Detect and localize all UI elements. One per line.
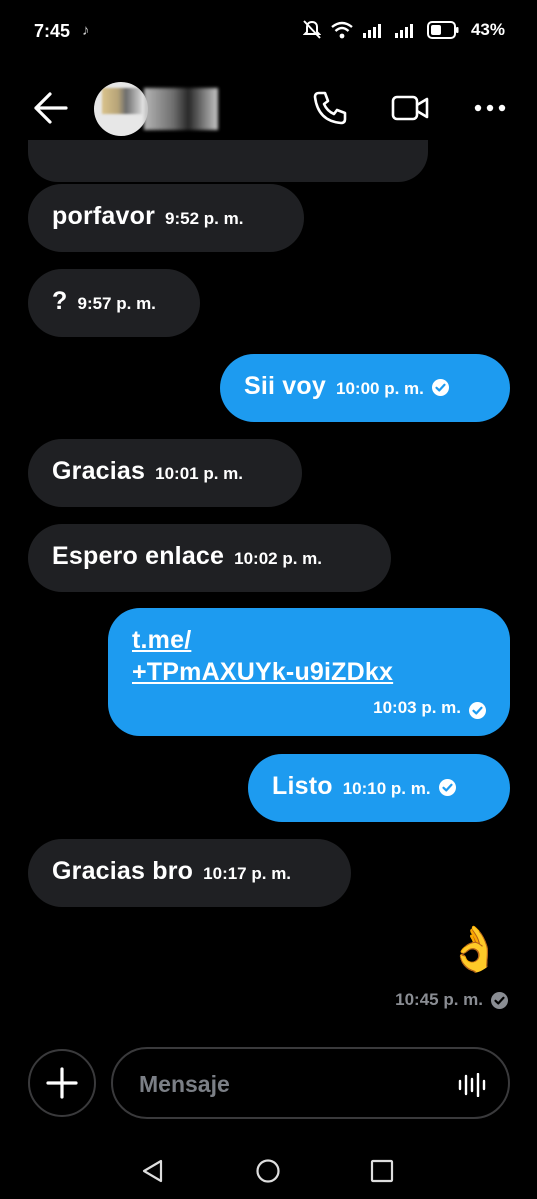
message-text: Gracias bro (52, 857, 194, 885)
message-bubble-incoming[interactable]: porfavor 9:52 p. m. (28, 184, 304, 252)
message-time: 10:00 p. m. (336, 379, 424, 398)
message-time: 10:45 p. m. (395, 990, 483, 1009)
message-text: Listo (272, 772, 333, 800)
read-check-icon (431, 379, 449, 396)
message-time: 9:57 p. m. (77, 294, 156, 313)
message-text: Sii voy (244, 372, 326, 400)
signal-icon (362, 24, 381, 38)
message-time: 10:03 p. m. (373, 698, 461, 717)
message-text: Espero enlace (52, 542, 225, 570)
ok-hand-emoji: 👌 (447, 924, 502, 975)
video-icon[interactable] (390, 88, 430, 128)
message-time: 9:52 p. m. (165, 209, 244, 228)
system-nav-bar (0, 1140, 537, 1199)
read-check-icon (438, 779, 456, 796)
message-time: 10:10 p. m. (342, 779, 431, 798)
message-bubble-outgoing[interactable]: Sii voy 10:00 p. m. (220, 354, 510, 422)
message-bubble-outgoing-link[interactable]: t.me/ +TPmAXUYk-u9iZDkx 10:03 p. m. (108, 608, 510, 736)
nav-back-icon[interactable] (140, 1158, 166, 1184)
signal-icon-2 (394, 24, 413, 38)
message-input-placeholder: Mensaje (139, 1071, 230, 1097)
add-attachment-button[interactable] (28, 1049, 96, 1117)
plus-icon (46, 1067, 78, 1099)
message-bubble-incoming[interactable]: Espero enlace 10:02 p. m. (28, 524, 391, 592)
message-time: 10:02 p. m. (234, 549, 323, 568)
read-check-icon (491, 991, 508, 1009)
message-bubble-incoming[interactable]: Gracias 10:01 p. m. (28, 439, 302, 507)
message-emoji-outgoing[interactable]: 👌 10:45 p. m. (360, 924, 510, 1016)
message-input[interactable]: Mensaje (111, 1047, 510, 1119)
message-bubble-incoming[interactable]: ? 9:57 p. m. (28, 269, 200, 337)
link-line-1[interactable]: t.me/ (132, 624, 486, 656)
voice-wave-icon[interactable] (458, 1073, 486, 1097)
nav-recents-icon[interactable] (370, 1159, 394, 1183)
link-line-2[interactable]: +TPmAXUYk-u9iZDkx (132, 656, 486, 688)
message-time: 10:01 p. m. (155, 464, 244, 483)
wifi-icon (331, 21, 353, 39)
contact-name-redacted[interactable] (144, 88, 218, 130)
message-bubble-incoming[interactable]: Gracias bro 10:17 p. m. (28, 839, 351, 907)
phone-icon[interactable] (310, 88, 350, 128)
more-horizontal-icon[interactable] (470, 88, 510, 128)
tiktok-notification-icon: ♪ (82, 22, 90, 39)
message-time: 10:17 p. m. (203, 864, 292, 883)
message-text: ? (52, 287, 68, 315)
mute-icon (302, 20, 321, 39)
battery-percent: 43% (470, 20, 505, 39)
status-time: 7:45 (34, 21, 71, 41)
message-text: Gracias (52, 457, 146, 485)
status-icons: 43% (302, 20, 505, 40)
status-bar: 7:45 ♪ 43% (0, 0, 537, 60)
battery-icon (426, 21, 459, 39)
avatar[interactable] (94, 82, 148, 136)
chat-header (0, 68, 537, 148)
nav-home-icon[interactable] (255, 1158, 281, 1184)
message-bubble-cut[interactable] (28, 140, 428, 182)
read-check-icon (469, 701, 486, 719)
arrow-left-icon[interactable] (30, 90, 70, 126)
message-text: porfavor (52, 202, 156, 230)
message-bubble-outgoing[interactable]: Listo 10:10 p. m. (248, 754, 510, 822)
